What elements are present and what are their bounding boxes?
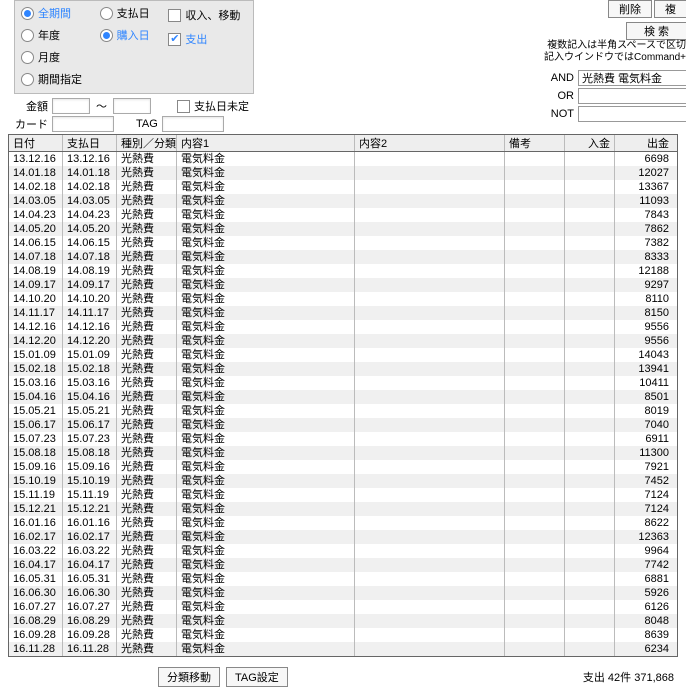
table-row[interactable]: 15.09.1615.09.16光熱費電気料金7921 <box>9 460 677 474</box>
table-row[interactable]: 16.09.2816.09.28光熱費電気料金8639 <box>9 628 677 642</box>
col-c2[interactable]: 内容2 <box>355 135 505 151</box>
and-field[interactable]: 光熱費 電気料金 <box>578 70 686 86</box>
card-label: カード <box>14 116 48 132</box>
delete-button[interactable]: 削除 <box>608 0 652 18</box>
table-row[interactable]: 14.02.1814.02.18光熱費電気料金13367 <box>9 180 677 194</box>
table-row[interactable]: 14.01.1814.01.18光熱費電気料金12027 <box>9 166 677 180</box>
tag-settings-button[interactable]: TAG設定 <box>226 667 288 687</box>
or-field[interactable] <box>578 88 686 104</box>
table-row[interactable]: 16.03.2216.03.22光熱費電気料金9964 <box>9 544 677 558</box>
move-category-button[interactable]: 分類移動 <box>158 667 220 687</box>
table-row[interactable]: 15.02.1815.02.18光熱費電気料金13941 <box>9 362 677 376</box>
table-row[interactable]: 14.12.1614.12.16光熱費電気料金9556 <box>9 320 677 334</box>
table-row[interactable]: 16.11.2816.11.28光熱費電気料金6234 <box>9 642 677 656</box>
col-pay[interactable]: 支払日 <box>63 135 117 151</box>
card-input[interactable] <box>52 116 114 132</box>
table-row[interactable]: 14.06.1514.06.15光熱費電気料金7382 <box>9 236 677 250</box>
table-row[interactable]: 15.07.2315.07.23光熱費電気料金6911 <box>9 432 677 446</box>
table-row[interactable]: 16.04.1716.04.17光熱費電気料金7742 <box>9 558 677 572</box>
check-income-move[interactable]: 収入、移動 <box>168 7 247 23</box>
tag-input[interactable] <box>162 116 224 132</box>
table-row[interactable]: 16.07.2716.07.27光熱費電気料金6126 <box>9 600 677 614</box>
radio-payday[interactable]: 支払日 <box>100 5 169 21</box>
table-row[interactable]: 15.12.2115.12.21光熱費電気料金7124 <box>9 502 677 516</box>
table-row[interactable]: 15.08.1815.08.18光熱費電気料金11300 <box>9 446 677 460</box>
radio-period-all[interactable]: 全期間 <box>21 5 100 21</box>
hint-text: 複数記入は半角スペースで区切 記入ウインドウではCommand+ <box>544 40 686 64</box>
check-pay-undecided[interactable]: 支払日未定 <box>177 98 249 114</box>
table-row[interactable]: 14.05.2014.05.20光熱費電気料金7862 <box>9 222 677 236</box>
table-row[interactable]: 14.11.1714.11.17光熱費電気料金8150 <box>9 306 677 320</box>
duplicate-button[interactable]: 複 <box>654 0 686 18</box>
table-row[interactable]: 14.12.2014.12.20光熱費電気料金9556 <box>9 334 677 348</box>
radio-range[interactable]: 期間指定 <box>21 71 100 87</box>
table-row[interactable]: 14.04.2314.04.23光熱費電気料金7843 <box>9 208 677 222</box>
table-row[interactable]: 16.08.2916.08.29光熱費電気料金8048 <box>9 614 677 628</box>
table-row[interactable]: 14.03.0514.03.05光熱費電気料金11093 <box>9 194 677 208</box>
radio-month[interactable]: 月度 <box>21 49 100 65</box>
table-row[interactable]: 14.07.1814.07.18光熱費電気料金8333 <box>9 250 677 264</box>
table-row[interactable]: 15.06.1715.06.17光熱費電気料金7040 <box>9 418 677 432</box>
check-expense[interactable]: ✔支出 <box>168 31 247 47</box>
col-date[interactable]: 日付 <box>9 135 63 151</box>
amount-from-input[interactable] <box>52 98 90 114</box>
col-out[interactable]: 出金 <box>615 135 673 151</box>
table-row[interactable]: 13.12.1613.12.16光熱費電気料金6698 <box>9 152 677 166</box>
amount-to-input[interactable] <box>113 98 151 114</box>
search-button[interactable]: 検 索 <box>626 22 686 40</box>
table-row[interactable]: 16.05.3116.05.31光熱費電気料金6881 <box>9 572 677 586</box>
table-row[interactable]: 14.09.1714.09.17光熱費電気料金9297 <box>9 278 677 292</box>
radio-year[interactable]: 年度 <box>21 27 100 43</box>
not-label: NOT <box>542 108 574 120</box>
table-row[interactable]: 15.05.2115.05.21光熱費電気料金8019 <box>9 404 677 418</box>
radio-buyday[interactable]: 購入日 <box>100 27 169 43</box>
table-row[interactable]: 15.01.0915.01.09光熱費電気料金14043 <box>9 348 677 362</box>
col-c1[interactable]: 内容1 <box>177 135 355 151</box>
table-row[interactable]: 15.11.1915.11.19光熱費電気料金7124 <box>9 488 677 502</box>
not-field[interactable] <box>578 106 686 122</box>
and-label: AND <box>542 72 574 84</box>
table-row[interactable]: 15.03.1615.03.16光熱費電気料金10411 <box>9 376 677 390</box>
col-memo[interactable]: 備考 <box>505 135 565 151</box>
table-row[interactable]: 16.02.1716.02.17光熱費電気料金12363 <box>9 530 677 544</box>
table-row[interactable]: 15.10.1915.10.19光熱費電気料金7452 <box>9 474 677 488</box>
tag-label: TAG <box>136 118 158 130</box>
table-row[interactable]: 16.01.1616.01.16光熱費電気料金8622 <box>9 516 677 530</box>
filter-panel: 全期間 年度 月度 期間指定 支払日 購入日 収入、移動 ✔支出 <box>14 0 254 94</box>
summary-text: 支出 42件 371,868 <box>583 669 674 685</box>
table-header: 日付 支払日 種別／分類 内容1 内容2 備考 入金 出金 <box>9 135 677 152</box>
table-row[interactable]: 14.08.1914.08.19光熱費電気料金12188 <box>9 264 677 278</box>
col-in[interactable]: 入金 <box>565 135 615 151</box>
table-row[interactable]: 14.10.2014.10.20光熱費電気料金8110 <box>9 292 677 306</box>
col-cat[interactable]: 種別／分類 <box>117 135 177 151</box>
tilde: 〜 <box>96 98 107 114</box>
amount-label: 金額 <box>14 98 48 114</box>
table-row[interactable]: 16.06.3016.06.30光熱費電気料金5926 <box>9 586 677 600</box>
table-row[interactable]: 15.04.1615.04.16光熱費電気料金8501 <box>9 390 677 404</box>
data-table: 日付 支払日 種別／分類 内容1 内容2 備考 入金 出金 13.12.1613… <box>8 134 678 657</box>
or-label: OR <box>542 90 574 102</box>
